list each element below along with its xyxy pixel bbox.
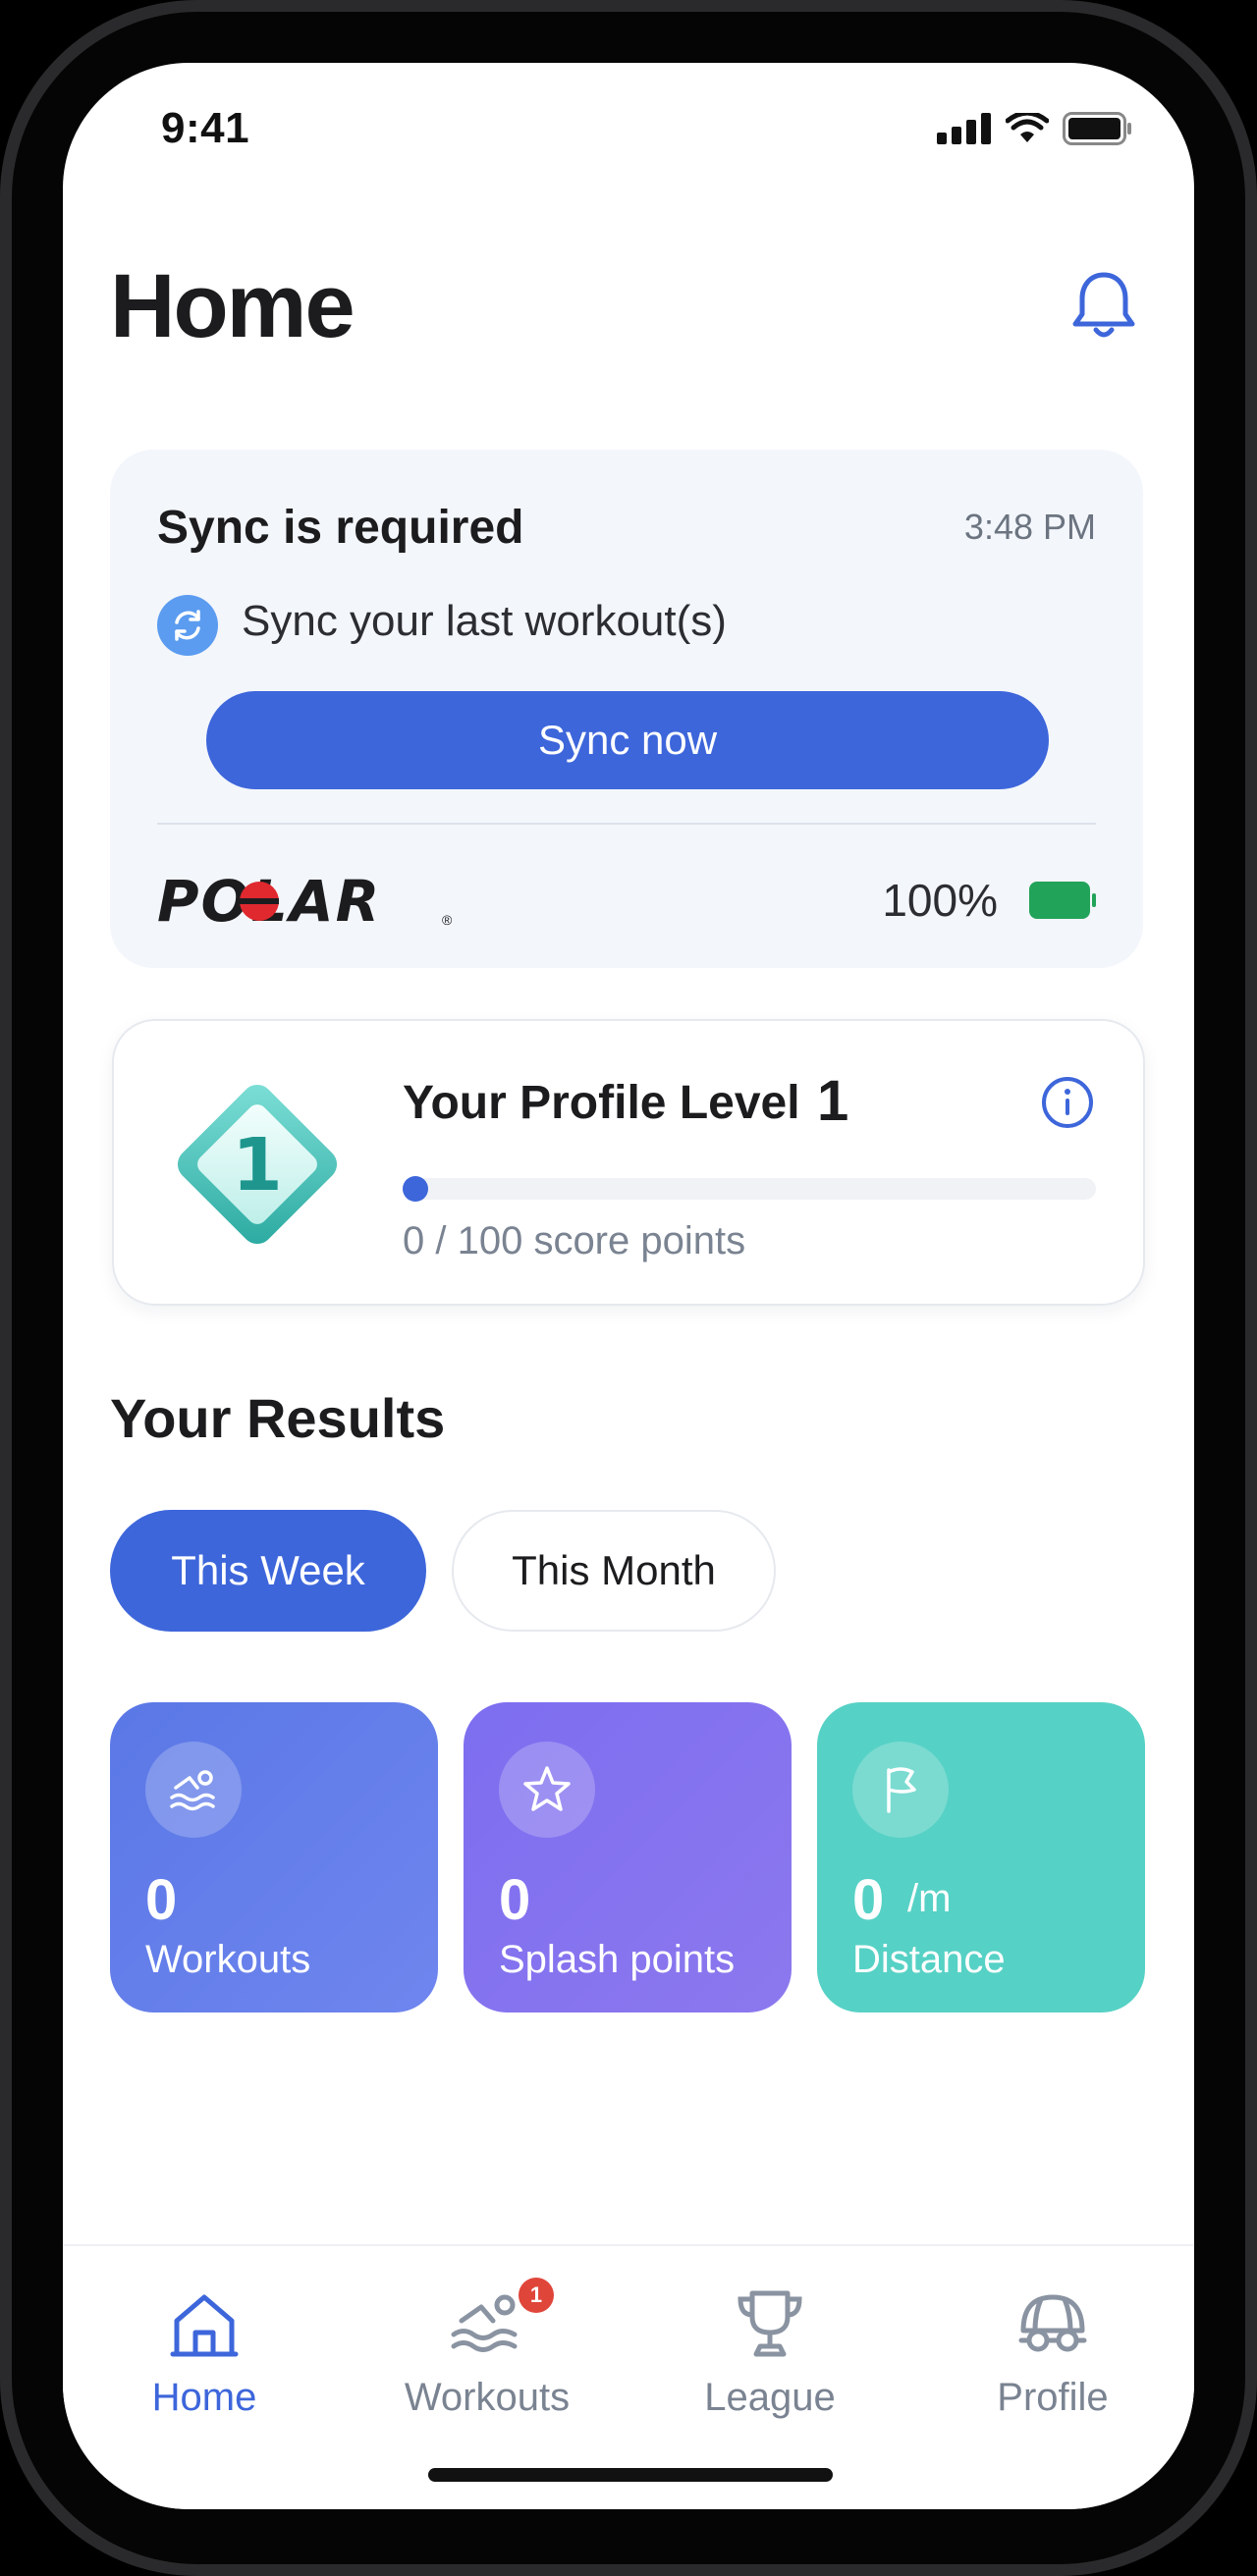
nav-item-profile[interactable]: Profile — [911, 2283, 1194, 2431]
svg-text:®: ® — [442, 912, 453, 928]
nav-label: Home — [151, 2376, 257, 2419]
wifi-icon — [1006, 113, 1049, 142]
tab-this-week[interactable]: This Week — [110, 1510, 426, 1632]
nav-item-league[interactable]: League — [628, 2283, 911, 2431]
results-title: Your Results — [110, 1387, 446, 1449]
swim-cap-icon — [1018, 2294, 1087, 2352]
divider — [157, 823, 1096, 825]
stat-label: Splash points — [499, 1938, 736, 1981]
app-screen: 9:41 Home Sync is required 3:48 PM Sync … — [63, 63, 1194, 2509]
info-icon[interactable] — [1041, 1076, 1094, 1129]
stat-card-distance[interactable]: 0 /m Distance — [817, 1702, 1145, 2012]
battery-percent: 100% — [882, 875, 998, 926]
nav-item-workouts[interactable]: 1 Workouts — [346, 2278, 628, 2431]
level-progress-fill — [403, 1176, 428, 1202]
nav-label: League — [704, 2376, 836, 2419]
star-icon — [499, 1742, 595, 1838]
level-badge-icon: 1 — [177, 1084, 338, 1245]
sync-title: Sync is required — [157, 502, 524, 554]
stat-unit: /m — [907, 1877, 952, 1920]
svg-text:1: 1 — [232, 1123, 283, 1208]
level-progress-bar — [403, 1176, 1096, 1202]
sync-icon — [157, 595, 218, 656]
sync-time: 3:48 PM — [963, 507, 1096, 547]
stat-value: 0 — [499, 1868, 531, 1932]
nav-item-home[interactable]: Home — [63, 2283, 346, 2431]
stat-label: Distance — [852, 1938, 1006, 1981]
nav-label: Profile — [997, 2376, 1109, 2419]
sync-card: Sync is required 3:48 PM Sync your last … — [110, 450, 1143, 968]
signal-icon — [937, 113, 991, 144]
sync-now-button[interactable]: Sync now — [206, 691, 1049, 789]
home-indicator — [428, 2468, 833, 2482]
level-points: 0 / 100 score points — [403, 1219, 746, 1262]
battery-icon — [1063, 112, 1131, 145]
page-title: Home — [110, 256, 355, 356]
profile-level-number: 1 — [817, 1069, 849, 1133]
stat-card-splash-points[interactable]: 0 Splash points — [464, 1702, 792, 2012]
stat-label: Workouts — [145, 1938, 311, 1981]
profile-level-title: Your Profile Level — [403, 1077, 800, 1129]
phone-frame: 9:41 Home Sync is required 3:48 PM Sync … — [0, 0, 1257, 2576]
tab-this-month[interactable]: This Month — [452, 1510, 776, 1632]
nav-label: Workouts — [404, 2376, 571, 2419]
stat-value: 0 — [145, 1868, 178, 1932]
notification-badge: 1 — [519, 2278, 554, 2313]
status-time: 9:41 — [161, 104, 250, 152]
status-icons — [937, 112, 1133, 145]
sync-subtitle: Sync your last workout(s) — [242, 597, 727, 645]
device-battery-icon — [1029, 882, 1096, 919]
profile-level-card[interactable]: 1 Your Profile Level 1 0 / 100 score poi… — [112, 1019, 1145, 1306]
bell-icon[interactable] — [1068, 269, 1139, 344]
polar-logo: POLAR ® — [157, 874, 453, 929]
flag-icon — [852, 1742, 949, 1838]
stat-card-workouts[interactable]: 0 Workouts — [110, 1702, 438, 2012]
swimmer-icon — [145, 1742, 242, 1838]
trophy-icon — [738, 2290, 802, 2357]
stat-value: 0 — [852, 1868, 885, 1932]
home-icon — [170, 2294, 239, 2357]
swimmer-icon — [451, 2294, 518, 2352]
